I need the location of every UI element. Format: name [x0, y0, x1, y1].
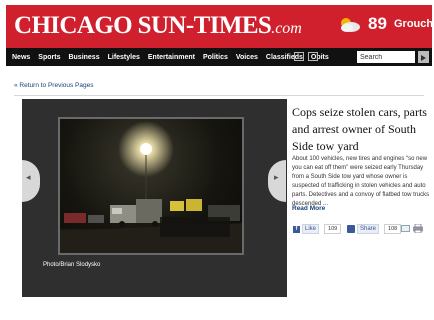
photo-credit: Photo/Brian Slodysko	[43, 262, 101, 268]
return-to-previous-link[interactable]: « Return to Previous Pages	[14, 82, 94, 89]
masthead: CHICAGO SUN-TIMES.com 89 Grouchy	[6, 5, 434, 48]
nav-item-politics[interactable]: Politics	[203, 54, 228, 61]
site-logo[interactable]: CHICAGO SUN-TIMES.com	[14, 12, 302, 40]
chevron-left-icon: ◂	[26, 172, 31, 182]
nav-item-sports[interactable]: Sports	[38, 54, 60, 61]
video-icon[interactable]	[294, 52, 304, 61]
main-navigation: News Sports Business Lifestyles Entertai…	[6, 48, 432, 66]
partly-cloudy-icon	[341, 18, 360, 32]
search-button[interactable]	[418, 51, 429, 63]
email-icon[interactable]	[401, 225, 410, 232]
share-count: 108	[384, 224, 402, 234]
camera-icon[interactable]	[308, 52, 318, 61]
share-icon	[347, 225, 355, 233]
like-count: 109	[324, 224, 342, 234]
share-label: Share	[357, 224, 380, 234]
read-more-link[interactable]: Read More	[292, 205, 325, 212]
article-summary: About 100 vehicles, new tires and engine…	[292, 156, 430, 207]
like-label: Like	[302, 224, 320, 234]
nav-item-voices[interactable]: Voices	[236, 54, 258, 61]
nav-item-entertainment[interactable]: Entertainment	[148, 54, 195, 61]
search-input[interactable]	[357, 51, 415, 63]
article-headline[interactable]: Cops seize stolen cars, parts and arrest…	[292, 104, 428, 155]
facebook-icon: f	[293, 225, 300, 233]
facebook-like-button[interactable]: f Like 109	[293, 224, 342, 234]
facebook-share-button[interactable]: Share 108	[347, 224, 402, 234]
temperature: 89	[368, 14, 387, 33]
nav-links: News Sports Business Lifestyles Entertai…	[12, 48, 337, 66]
photo-gallery: Photo/Brian Slodysko	[22, 99, 287, 297]
chevron-right-icon: ▸	[274, 172, 279, 182]
night-tow-yard-image	[60, 121, 242, 253]
divider	[14, 95, 424, 96]
weather-mood[interactable]: Grouchy	[394, 18, 434, 30]
print-icon[interactable]	[413, 224, 423, 233]
article-photo[interactable]	[58, 117, 244, 255]
nav-media-links	[294, 52, 318, 61]
nav-item-news[interactable]: News	[12, 54, 30, 61]
nav-item-business[interactable]: Business	[68, 54, 99, 61]
nav-item-lifestyles[interactable]: Lifestyles	[108, 54, 140, 61]
